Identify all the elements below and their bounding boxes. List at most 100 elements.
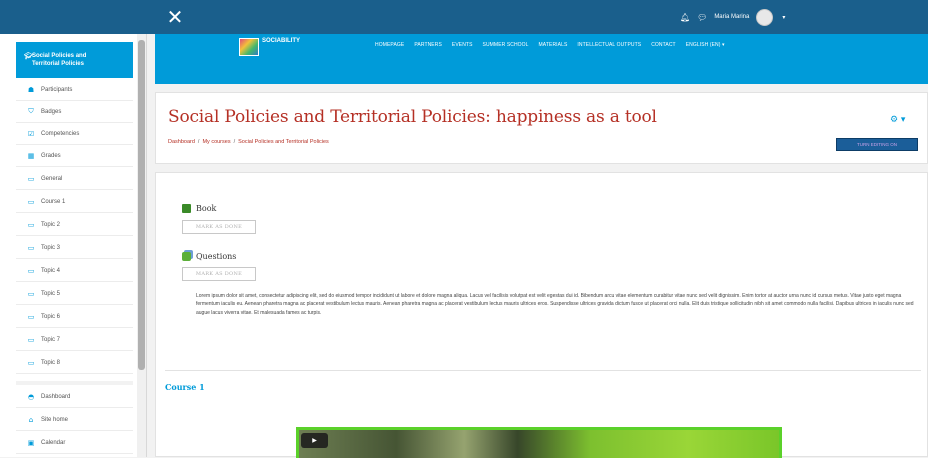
folder-icon: ▭ bbox=[27, 243, 35, 252]
sidebar-item-label: Topic 5 bbox=[41, 290, 61, 297]
sidebar-item-site-home[interactable]: ⌂ Site home bbox=[16, 409, 133, 431]
book-icon bbox=[182, 204, 191, 213]
sidebar-item-calendar[interactable]: ▣ Calendar bbox=[16, 432, 133, 454]
sidebar-item-topic-5[interactable]: ▭ Topic 5 bbox=[16, 283, 133, 305]
section-title[interactable]: Course 1 bbox=[165, 382, 205, 392]
sidebar-item-label: Topic 2 bbox=[41, 221, 61, 228]
sidebar-item-topic-8[interactable]: ▭ Topic 8 bbox=[16, 352, 133, 374]
folder-icon: ▭ bbox=[27, 197, 35, 206]
sidebar-item-topic-2[interactable]: ▭ Topic 2 bbox=[16, 214, 133, 236]
activity-questions[interactable]: Questions bbox=[182, 252, 236, 261]
sidebar-item-badges[interactable]: ⛉ Badges bbox=[16, 101, 133, 123]
folder-icon: ▭ bbox=[27, 289, 35, 298]
activity-book[interactable]: Book bbox=[182, 204, 216, 213]
bell-icon[interactable]: 🔔︎ bbox=[680, 13, 690, 22]
avatar[interactable] bbox=[756, 8, 774, 26]
site-logo[interactable]: SOCIABILITY bbox=[239, 38, 319, 60]
folder-icon: ▭ bbox=[27, 220, 35, 229]
sidebar-item-topic-3[interactable]: ▭ Topic 3 bbox=[16, 237, 133, 259]
breadcrumb-course[interactable]: Social Policies and Territorial Policies bbox=[238, 139, 329, 145]
sidebar-divider bbox=[16, 381, 133, 385]
folder-icon: ▭ bbox=[27, 266, 35, 275]
sidebar-item-topic-6[interactable]: ▭ Topic 6 bbox=[16, 306, 133, 328]
sidebar-item-topic-7[interactable]: ▭ Topic 7 bbox=[16, 329, 133, 351]
questions-icon bbox=[182, 252, 191, 261]
sidebar-item-participants[interactable]: ☗ Participants bbox=[16, 79, 133, 101]
user-menu[interactable]: 🔔︎ 💬︎ Maria Marina ▾ bbox=[680, 8, 785, 26]
chat-icon[interactable]: 💬︎ bbox=[697, 13, 707, 22]
sidebar-scrollbar[interactable] bbox=[137, 34, 146, 457]
sidebar-item-label: Topic 3 bbox=[41, 244, 61, 251]
sidebar-item-label: Site home bbox=[41, 416, 69, 423]
calendar-icon: ▣ bbox=[27, 438, 35, 447]
dashboard-icon: ◓ bbox=[27, 392, 35, 401]
sidebar-course-line1: Social Policies and bbox=[32, 53, 87, 59]
activity-name[interactable]: Book bbox=[196, 204, 216, 213]
sidebar-item-topic-4[interactable]: ▭ Topic 4 bbox=[16, 260, 133, 282]
sidebar-item-label: Topic 6 bbox=[41, 313, 61, 320]
close-drawer-icon[interactable]: ✕ bbox=[165, 7, 185, 27]
menu-item-intellectual-outputs[interactable]: INTELLECTUAL OUTPUTS bbox=[577, 42, 641, 48]
activity-description: Lorem ipsum dolor sit amet, consectetur … bbox=[196, 293, 914, 316]
sidebar-item-label: Badges bbox=[41, 108, 62, 115]
sidebar-course-line2: Territorial Policies bbox=[32, 61, 84, 67]
table-icon: ▦ bbox=[27, 151, 35, 160]
sidebar-item-competencies[interactable]: ☑ Competencies bbox=[16, 123, 133, 145]
home-icon: ⌂ bbox=[28, 415, 34, 424]
sidebar-item-label: Competencies bbox=[41, 130, 80, 137]
sidebar-item-label: Calendar bbox=[41, 439, 66, 446]
activity-name[interactable]: Questions bbox=[196, 252, 236, 261]
mark-as-done-button[interactable]: MARK AS DONE bbox=[182, 267, 256, 281]
menu-item-contact[interactable]: CONTACT bbox=[651, 42, 676, 48]
breadcrumb-my-courses[interactable]: My courses bbox=[202, 139, 230, 145]
sidebar-item-label: Course 1 bbox=[41, 198, 66, 205]
video-thumbnail bbox=[299, 430, 779, 458]
chevron-down-icon[interactable]: ▾ bbox=[782, 14, 785, 21]
menu-item-english-en[interactable]: ENGLISH (EN) ▾ bbox=[686, 42, 725, 48]
scrollbar-thumb[interactable] bbox=[138, 40, 145, 370]
sidebar-item-label: General bbox=[41, 175, 63, 182]
logo-name: SOCIABILITY bbox=[262, 38, 301, 44]
sidebar-item-label: Dashboard bbox=[41, 393, 71, 400]
sidebar-item-label: Topic 4 bbox=[41, 267, 61, 274]
users-icon: ☗ bbox=[27, 85, 35, 94]
site-header: SOCIABILITY HOMEPAGE PARTNERS EVENTS SUMMER… bbox=[155, 34, 928, 84]
sidebar-item-general[interactable]: ▭ General bbox=[16, 168, 133, 190]
top-navbar: ✕ 🔔︎ 💬︎ Maria Marina ▾ bbox=[0, 0, 928, 34]
menu-item-materials[interactable]: MATERIALS bbox=[539, 42, 568, 48]
graduation-cap-icon: 🎓︎ bbox=[24, 52, 33, 60]
sidebar-item-course[interactable]: 🎓︎ Social Policies and Territorial Polic… bbox=[16, 42, 133, 78]
menu-item-partners[interactable]: PARTNERS bbox=[414, 42, 442, 48]
page-title: Social Policies and Territorial Policies… bbox=[168, 107, 657, 127]
sidebar-item-label: Topic 7 bbox=[41, 336, 61, 343]
sidebar-item-label: Participants bbox=[41, 86, 73, 93]
check-icon: ☑ bbox=[27, 129, 35, 138]
folder-icon: ▭ bbox=[27, 312, 35, 321]
sidebar-item-label: Topic 8 bbox=[41, 359, 61, 366]
folder-icon: ▭ bbox=[27, 335, 35, 344]
section-divider bbox=[165, 370, 921, 371]
play-icon[interactable]: ▶ bbox=[301, 433, 328, 448]
menu-item-homepage[interactable]: HOMEPAGE bbox=[375, 42, 404, 48]
user-name[interactable]: Maria Marina bbox=[714, 14, 749, 20]
turn-editing-on-button[interactable]: TURN EDITING ON bbox=[836, 138, 918, 151]
shield-icon: ⛉ bbox=[28, 107, 34, 115]
breadcrumb-separator: / bbox=[197, 139, 200, 145]
sidebar-item-course-1[interactable]: ▭ Course 1 bbox=[16, 191, 133, 213]
folder-icon: ▭ bbox=[27, 358, 35, 367]
menu-item-events[interactable]: EVENTS bbox=[452, 42, 473, 48]
mark-as-done-button[interactable]: MARK AS DONE bbox=[182, 220, 256, 234]
page-header-card: Social Policies and Territorial Policies… bbox=[155, 92, 928, 164]
sidebar-item-grades[interactable]: ▦ Grades bbox=[16, 145, 133, 167]
sidebar-item-dashboard[interactable]: ◓ Dashboard bbox=[16, 386, 133, 408]
breadcrumb-separator: / bbox=[233, 139, 236, 145]
video-player[interactable]: ▶ bbox=[296, 427, 782, 458]
menu-item-summer-school[interactable]: SUMMER SCHOOL bbox=[483, 42, 529, 48]
main-menu: HOMEPAGE PARTNERS EVENTS SUMMER SCHOOL MATER… bbox=[375, 42, 725, 48]
sidebar-item-label: Grades bbox=[41, 152, 61, 159]
breadcrumb-dashboard[interactable]: Dashboard bbox=[168, 139, 195, 145]
gear-icon[interactable]: ⚙ ▾ bbox=[890, 115, 905, 125]
logo-mark bbox=[239, 38, 259, 56]
breadcrumb: Dashboard / My courses / Social Policies and… bbox=[168, 139, 329, 145]
course-content: Book MARK AS DONE Questions MARK AS DONE… bbox=[155, 172, 928, 458]
